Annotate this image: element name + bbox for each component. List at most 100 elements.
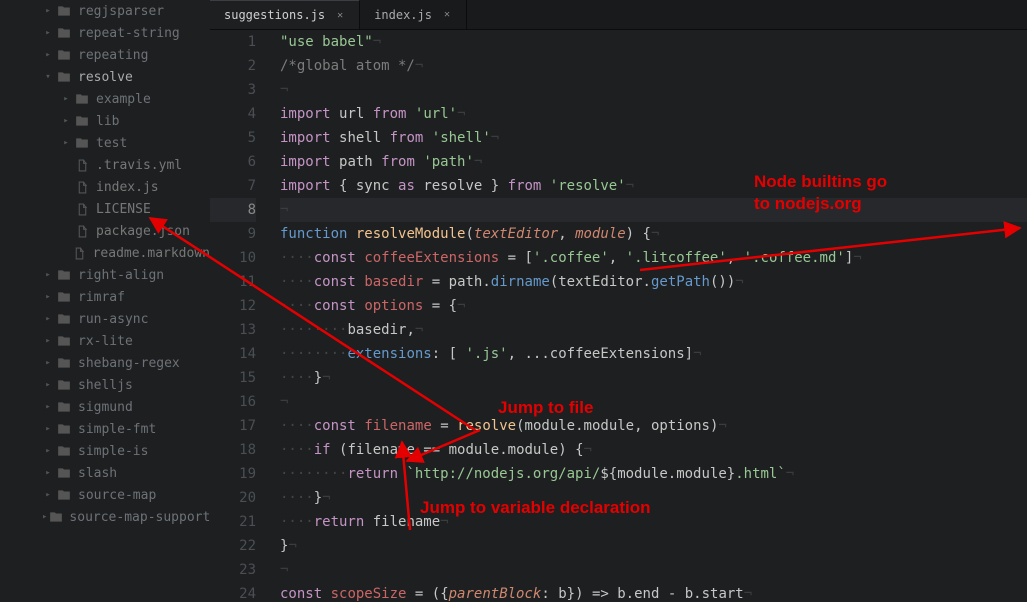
code-line[interactable]: ¬ — [280, 198, 1027, 222]
folder-slash[interactable]: ▸slash — [0, 462, 210, 484]
folder-rimraf[interactable]: ▸rimraf — [0, 286, 210, 308]
tree-item-label: test — [96, 136, 127, 151]
folder-icon — [56, 268, 72, 282]
tab-index-js[interactable]: index.js✕ — [360, 0, 467, 29]
folder-right-align[interactable]: ▸right-align — [0, 264, 210, 286]
code-line[interactable]: /*global atom */¬ — [280, 54, 1027, 78]
folder-example[interactable]: ▸example — [0, 88, 210, 110]
code-line[interactable]: ····const filename = resolve(module.modu… — [280, 414, 1027, 438]
tree-item-label: regjsparser — [78, 4, 164, 19]
chevron-right-icon: ▸ — [42, 28, 54, 38]
code-line[interactable]: ····}¬ — [280, 486, 1027, 510]
code-line[interactable]: function resolveModule(textEditor, modul… — [280, 222, 1027, 246]
tree-item-label: LICENSE — [96, 202, 151, 217]
folder-lib[interactable]: ▸lib — [0, 110, 210, 132]
tree-item-label: rx-lite — [78, 334, 133, 349]
code-line[interactable]: ····}¬ — [280, 366, 1027, 390]
code-line[interactable]: ····const basedir = path.dirname(textEdi… — [280, 270, 1027, 294]
code-line[interactable]: ¬ — [280, 558, 1027, 582]
line-number: 5 — [210, 126, 256, 150]
line-number: 1 — [210, 30, 256, 54]
folder-icon — [56, 312, 72, 326]
folder-simple-fmt[interactable]: ▸simple-fmt — [0, 418, 210, 440]
line-number: 8 — [210, 198, 256, 222]
chevron-down-icon: ▾ — [42, 72, 54, 82]
code-line[interactable]: ········basedir,¬ — [280, 318, 1027, 342]
folder-shelljs[interactable]: ▸shelljs — [0, 374, 210, 396]
tree-item-label: lib — [96, 114, 119, 129]
code-line[interactable]: import shell from 'shell'¬ — [280, 126, 1027, 150]
code-line[interactable]: ¬ — [280, 78, 1027, 102]
folder-rx-lite[interactable]: ▸rx-lite — [0, 330, 210, 352]
folder-run-async[interactable]: ▸run-async — [0, 308, 210, 330]
code-line[interactable]: }¬ — [280, 534, 1027, 558]
line-number: 7 — [210, 174, 256, 198]
tree-item-label: source-map-support — [69, 510, 210, 525]
code-line[interactable]: "use babel"¬ — [280, 30, 1027, 54]
file-tree[interactable]: ▸regjsparser▸repeat-string▸repeating▾res… — [0, 0, 210, 602]
folder-icon — [56, 356, 72, 370]
code-line[interactable]: ····if (filename == module.module) {¬ — [280, 438, 1027, 462]
folder-test[interactable]: ▸ test — [0, 132, 210, 154]
folder-regjsparser[interactable]: ▸regjsparser — [0, 0, 210, 22]
tree-item-label: rimraf — [78, 290, 125, 305]
folder-icon — [56, 4, 72, 18]
line-number: 13 — [210, 318, 256, 342]
folder-sigmund[interactable]: ▸sigmund — [0, 396, 210, 418]
folder-icon — [49, 510, 63, 524]
file-LICENSE[interactable]: LICENSE — [0, 198, 210, 220]
tree-item-label: simple-fmt — [78, 422, 156, 437]
code-line[interactable]: ········extensions: [ '.js', ...coffeeEx… — [280, 342, 1027, 366]
line-number: 2 — [210, 54, 256, 78]
folder-source-map-support[interactable]: ▸source-map-support — [0, 506, 210, 528]
chevron-right-icon: ▸ — [42, 402, 54, 412]
code-line[interactable]: ····const options = {¬ — [280, 294, 1027, 318]
file-index-js[interactable]: index.js — [0, 176, 210, 198]
folder-icon — [56, 26, 72, 40]
folder-source-map[interactable]: ▸ source-map — [0, 484, 210, 506]
tree-item-label: right-align — [78, 268, 164, 283]
tree-item-label: source-map — [78, 488, 156, 503]
line-number: 22 — [210, 534, 256, 558]
folder-repeating[interactable]: ▸repeating — [0, 44, 210, 66]
tree-item-label: package.json — [96, 224, 190, 239]
tree-item-label: resolve — [78, 70, 133, 85]
folder-simple-is[interactable]: ▸simple-is — [0, 440, 210, 462]
code-line[interactable]: const scopeSize = ({parentBlock: b}) => … — [280, 582, 1027, 602]
code-line[interactable]: import { sync as resolve } from 'resolve… — [280, 174, 1027, 198]
tree-item-label: run-async — [78, 312, 148, 327]
tab-suggestions-js[interactable]: suggestions.js✕ — [210, 0, 360, 29]
code-line[interactable]: import url from 'url'¬ — [280, 102, 1027, 126]
file-icon — [74, 181, 90, 194]
gutter: 123456789101112131415161718192021222324 — [210, 30, 270, 602]
close-icon[interactable]: ✕ — [442, 9, 452, 20]
folder-icon — [56, 422, 72, 436]
chevron-right-icon: ▸ — [60, 138, 72, 148]
file-readme-markdown[interactable]: readme.markdown — [0, 242, 210, 264]
folder-icon — [56, 48, 72, 62]
code-line[interactable]: import path from 'path'¬ — [280, 150, 1027, 174]
folder-icon — [56, 466, 72, 480]
close-icon[interactable]: ✕ — [335, 10, 345, 21]
chevron-right-icon: ▸ — [42, 446, 54, 456]
chevron-right-icon: ▸ — [42, 358, 54, 368]
code-line[interactable]: ········return `http://nodejs.org/api/${… — [280, 462, 1027, 486]
folder-resolve[interactable]: ▾ resolve — [0, 66, 210, 88]
folder-repeat-string[interactable]: ▸repeat-string — [0, 22, 210, 44]
folder-shebang-regex[interactable]: ▸ shebang-regex — [0, 352, 210, 374]
folder-icon — [56, 290, 72, 304]
code-area[interactable]: "use babel"¬/*global atom */¬¬import url… — [270, 30, 1027, 602]
file--travis-yml[interactable]: .travis.yml — [0, 154, 210, 176]
text-editor[interactable]: 123456789101112131415161718192021222324 … — [210, 30, 1027, 602]
file-icon — [74, 225, 90, 238]
line-number: 19 — [210, 462, 256, 486]
line-number: 21 — [210, 510, 256, 534]
tree-item-label: slash — [78, 466, 117, 481]
chevron-right-icon: ▸ — [42, 490, 54, 500]
code-line[interactable]: ····return filename¬ — [280, 510, 1027, 534]
tree-item-label: shebang-regex — [78, 356, 180, 371]
file-package-json[interactable]: package.json — [0, 220, 210, 242]
tree-item-label: example — [96, 92, 151, 107]
code-line[interactable]: ¬ — [280, 390, 1027, 414]
code-line[interactable]: ····const coffeeExtensions = ['.coffee',… — [280, 246, 1027, 270]
